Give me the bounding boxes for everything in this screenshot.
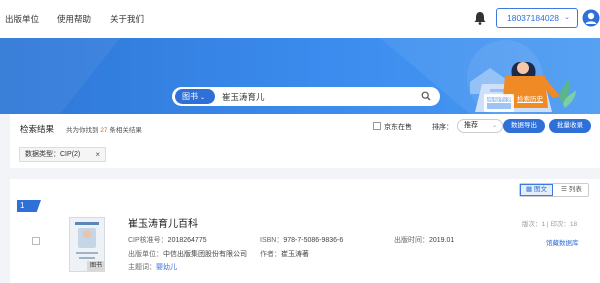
publisher: 出版单位：中信出版集团股份有限公司 bbox=[128, 249, 247, 259]
subject: 主题词：婴幼儿 bbox=[128, 262, 177, 272]
results-toolbar: 检索结果 共为你找到 27 条相关结果 京东在售 排序： 推荐 ⌄ 数据导出 批… bbox=[10, 114, 600, 168]
results-title: 检索结果 bbox=[20, 124, 55, 134]
view-list-label: 列表 bbox=[568, 186, 582, 193]
search-type-label: 图书 bbox=[182, 92, 198, 101]
in-stock-label: 京东在售 bbox=[384, 124, 412, 131]
search-banner: 图书 ⌄ 崔玉涛育儿 高级检索 检索历史 bbox=[0, 38, 600, 114]
search-box: 图书 ⌄ 崔玉涛育儿 bbox=[172, 87, 440, 106]
advanced-search-link[interactable]: 高级检索 bbox=[487, 93, 513, 103]
author-value: 崔玉涛著 bbox=[281, 251, 309, 258]
search-icon[interactable] bbox=[421, 91, 431, 103]
cip-value: 2018264775 bbox=[167, 237, 207, 244]
nav-about[interactable]: 关于我们 bbox=[110, 13, 144, 25]
isbn-value: 978-7-5086-9836-6 bbox=[283, 237, 344, 244]
search-type-select[interactable]: 图书 ⌄ bbox=[175, 89, 215, 104]
account-number: 18037184028 bbox=[507, 13, 560, 23]
author-label: 作者： bbox=[260, 251, 281, 258]
top-nav: 出版单位 使用帮助 关于我们 18037184028 ⌄ bbox=[0, 0, 600, 38]
chevron-down-icon: ⌄ bbox=[491, 123, 497, 129]
account-dropdown[interactable]: 18037184028 ⌄ bbox=[496, 8, 578, 28]
results-count-number: 27 bbox=[100, 127, 108, 134]
in-stock-checkbox[interactable] bbox=[373, 122, 381, 130]
date-value: 2019.01 bbox=[429, 237, 455, 244]
batch-collect-button[interactable]: 批量收录 bbox=[549, 119, 591, 133]
view-toggle: ▦ 图文 ☰ 列表 bbox=[519, 183, 589, 197]
avatar[interactable] bbox=[582, 8, 600, 28]
isbn: ISBN：978-7-5086-9836-6 bbox=[260, 235, 343, 245]
grid-icon: ▦ bbox=[526, 186, 533, 193]
results-count-prefix: 共为你找到 bbox=[66, 127, 99, 134]
sort-label: 排序： bbox=[432, 124, 453, 131]
sort-value: 推荐 bbox=[464, 122, 478, 129]
chevron-down-icon: ⌄ bbox=[200, 95, 206, 101]
view-graphic-button[interactable]: ▦ 图文 bbox=[520, 184, 553, 196]
publisher-label: 出版单位： bbox=[128, 251, 163, 258]
publisher-value: 中信出版集团股份有限公司 bbox=[163, 251, 247, 258]
search-input[interactable]: 崔玉涛育儿 bbox=[222, 91, 265, 103]
subject-link[interactable]: 婴幼儿 bbox=[156, 264, 177, 271]
nav-help[interactable]: 使用帮助 bbox=[57, 13, 91, 25]
sort-select[interactable]: 推荐 ⌄ bbox=[457, 119, 503, 133]
export-data-button[interactable]: 数据导出 bbox=[503, 119, 545, 133]
author: 作者：崔玉涛著 bbox=[260, 249, 309, 259]
nav-publisher[interactable]: 出版单位 bbox=[5, 13, 39, 25]
subject-label: 主题词： bbox=[128, 264, 156, 271]
row-checkbox[interactable] bbox=[32, 237, 40, 245]
list-icon: ☰ bbox=[561, 186, 567, 193]
chevron-down-icon: ⌄ bbox=[564, 14, 570, 21]
edition-info: 版次：1 | 印次：18 bbox=[522, 221, 578, 228]
isbn-label: ISBN： bbox=[260, 237, 284, 244]
close-icon[interactable]: × bbox=[95, 148, 100, 161]
results-count: 共为你找到 27 条相关结果 bbox=[66, 124, 142, 134]
rank-badge: 1 bbox=[17, 200, 41, 212]
date-label: 出版时间： bbox=[394, 237, 429, 244]
filter-tag: 数据类型：CIP(2) × bbox=[19, 147, 106, 162]
filter-tag-label: 数据类型：CIP(2) bbox=[25, 151, 81, 158]
bell-icon[interactable] bbox=[474, 11, 486, 27]
cip-number: CIP核准号：2018264775 bbox=[128, 235, 207, 245]
publish-date: 出版时间：2019.01 bbox=[394, 235, 454, 245]
search-history-link[interactable]: 检索历史 bbox=[517, 93, 543, 103]
book-title[interactable]: 崔玉涛育儿百科 bbox=[128, 215, 198, 230]
cover-type-tag: 图书 bbox=[87, 261, 105, 271]
results-count-suffix: 条相关结果 bbox=[109, 127, 142, 134]
cip-label: CIP核准号： bbox=[128, 237, 168, 244]
view-list-button[interactable]: ☰ 列表 bbox=[555, 184, 588, 196]
result-card: 1 ▦ 图文 ☰ 列表 图书 崔玉涛育儿百科 CIP核准号：2018264775… bbox=[10, 179, 600, 283]
view-graphic-label: 图文 bbox=[533, 186, 547, 193]
collection-db-link[interactable]: 馆藏数据库 bbox=[546, 237, 579, 247]
